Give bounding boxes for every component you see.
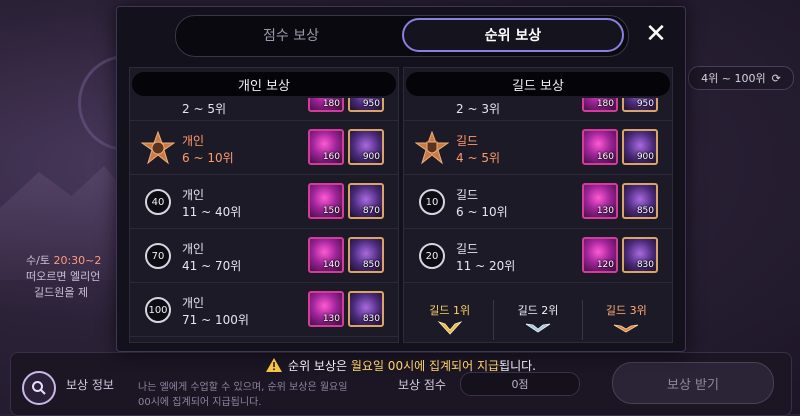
reward-score-label: 보상 점수 [398,378,446,392]
ore-reward-icon[interactable]: 830 [348,291,384,327]
rank-badge: 20 [419,243,445,269]
rank-range: 11 ~ 20위 [456,259,516,273]
gem-reward-icon[interactable]: 180 [582,98,618,112]
gold-wings-icon [437,321,462,335]
rank-name: 길드 [456,188,479,202]
ore-reward-icon[interactable]: 900 [348,129,384,165]
ore-reward-icon[interactable]: 850 [622,183,658,219]
ore-reward-icon[interactable]: 900 [622,129,658,165]
warning-icon [266,358,283,372]
rank-badge: 70 [145,243,171,269]
event-info-line-1: 수/토 20:30~2 [26,254,102,267]
rank-range: 41 ~ 70위 [182,259,242,273]
list-item: 10 길드 6 ~ 10위 130 850 [404,175,672,229]
rank-name: 개인 [182,134,205,148]
reward-info-label[interactable]: 보상 정보 [66,376,114,393]
guild-top-rank-rewards: 길드 1위 길드 2위 길드 3위 [406,300,670,340]
silver-wings-icon [525,323,551,333]
guild-rank-1-cell[interactable]: 길드 1위 [406,300,495,340]
rank-range: 11 ~ 40위 [182,205,242,219]
list-item: 길드 4 ~ 5위 160 900 [404,121,672,175]
bronze-shield-emblem-icon [414,130,450,166]
list-item: 2 ~ 5위 180 950 [130,98,398,121]
guild-rank-3-cell[interactable]: 길드 3위 [582,300,670,340]
rank-range: 2 ~ 5위 [182,102,226,116]
list-item: 70 개인 41 ~ 70위 140 850 [130,229,398,283]
rank-range-label: 4위 ~ 100위 [701,72,766,85]
gem-reward-icon[interactable]: 160 [308,129,344,165]
gem-reward-icon[interactable]: 140 [308,237,344,273]
tab-bar: 점수 보상 순위 보상 [175,15,629,57]
rank-range: 4 ~ 5위 [456,151,500,165]
rank-name: 길드 [456,134,479,148]
ore-reward-icon[interactable]: 950 [348,98,384,112]
ore-reward-icon[interactable]: 850 [348,237,384,273]
personal-reward-panel: 개인 보상 2 ~ 5위 180 950 개인 6 ~ 10위 160 900 … [129,67,399,343]
event-info-line-3: 길드원을 제 [34,286,89,299]
bottom-description-line-1: 나는 엘에게 수업할 수 있으며, 순위 보상은 월요일 [138,382,348,393]
rank-range: 71 ~ 100위 [182,313,249,327]
search-icon[interactable] [22,371,56,405]
guild-rank-label: 길드 3위 [605,304,647,317]
personal-reward-list[interactable]: 2 ~ 5위 180 950 개인 6 ~ 10위 160 900 40 개인 … [130,98,398,337]
rank-range: 6 ~ 10위 [182,151,234,165]
list-item: 100 개인 71 ~ 100위 130 830 [130,283,398,337]
rank-name: 개인 [182,188,205,202]
guild-rank-2-cell[interactable]: 길드 2위 [494,300,583,340]
rank-reward-notice: 순위 보상은 월요일 00시에 집계되어 지급됩니다. [117,354,685,376]
guild-reward-list[interactable]: 2 ~ 3위 180 950 길드 4 ~ 5위 160 900 10 길드 6… [404,98,672,283]
gem-reward-icon[interactable]: 130 [582,183,618,219]
gem-reward-icon[interactable]: 160 [582,129,618,165]
guild-reward-title: 길드 보상 [406,72,670,96]
ore-reward-icon[interactable]: 870 [348,183,384,219]
rank-name: 개인 [182,242,205,256]
rank-range: 2 ~ 3위 [456,102,500,116]
gem-reward-icon[interactable]: 130 [308,291,344,327]
refresh-icon[interactable]: ⟳ [772,72,781,85]
tab-score-reward[interactable]: 점수 보상 [180,18,402,52]
gem-reward-icon[interactable]: 180 [308,98,344,112]
gem-reward-icon[interactable]: 120 [582,237,618,273]
guild-reward-panel: 길드 보상 2 ~ 3위 180 950 길드 4 ~ 5위 160 900 1… [403,67,673,343]
rank-badge: 100 [145,297,171,323]
rank-range: 6 ~ 10위 [456,205,508,219]
list-item: 개인 6 ~ 10위 160 900 [130,121,398,175]
rank-badge: 40 [145,189,171,215]
rank-range-button[interactable]: 4위 ~ 100위 ⟳ [688,66,794,90]
gem-reward-icon[interactable]: 150 [308,183,344,219]
rank-badge: 10 [419,189,445,215]
rank-reward-modal: 점수 보상 순위 보상 ✕ 개인 보상 2 ~ 5위 180 950 개인 6 … [116,6,686,373]
rank-name: 개인 [182,296,205,310]
notice-text: 순위 보상은 월요일 00시에 집계되어 지급됩니다. [288,358,536,373]
guild-rank-label: 길드 1위 [429,304,471,317]
rank-name: 길드 [456,242,479,256]
list-item: 2 ~ 3위 180 950 [404,98,672,121]
bronze-emblem-icon [140,130,176,166]
ore-reward-icon[interactable]: 950 [622,98,658,112]
list-item: 20 길드 11 ~ 20위 120 830 [404,229,672,283]
bottom-description-line-2: 00시에 집계되어 지급됩니다. [138,397,262,408]
list-item: 40 개인 11 ~ 40위 150 870 [130,175,398,229]
ore-reward-icon[interactable]: 830 [622,237,658,273]
tab-rank-reward[interactable]: 순위 보상 [402,18,624,52]
close-icon[interactable]: ✕ [641,19,671,49]
event-info-line-2: 떠오르면 엘리언 [26,270,101,283]
guild-rank-label: 길드 2위 [517,304,559,317]
bronze-wings-icon [614,324,639,333]
personal-reward-title: 개인 보상 [132,72,396,96]
